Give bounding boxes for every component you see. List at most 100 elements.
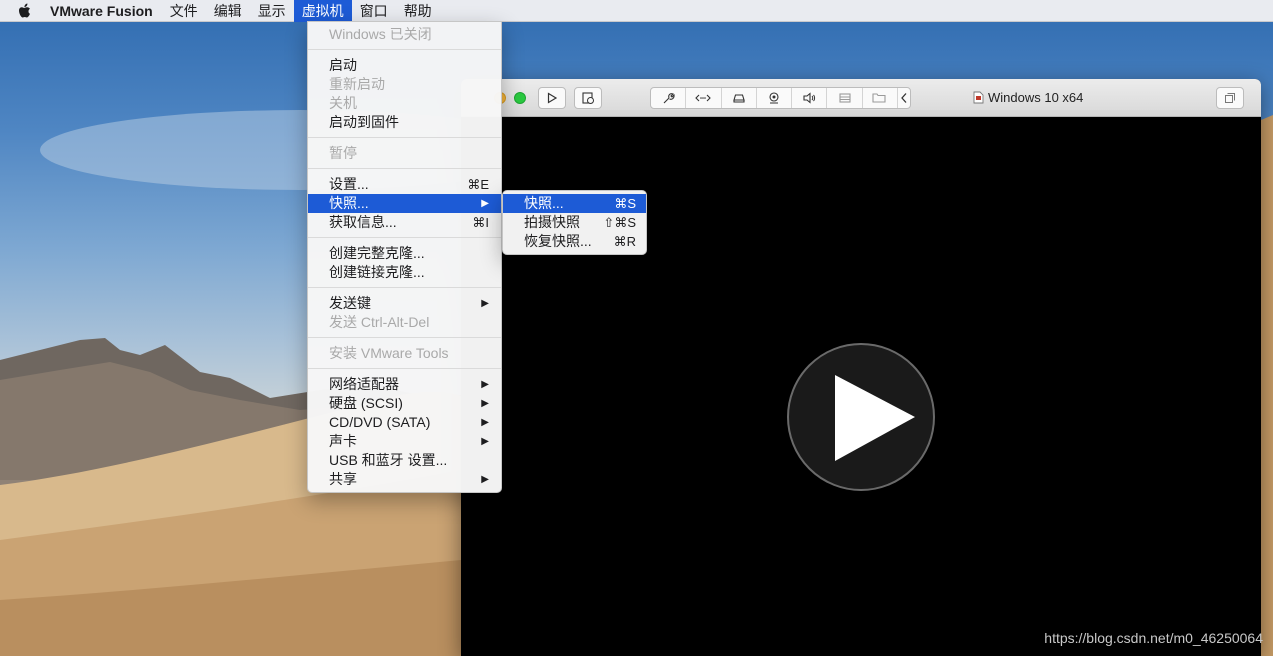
menu-item-send-ctrl-alt-del: 发送 Ctrl-Alt-Del <box>308 313 501 332</box>
snapshot-icon <box>582 92 594 104</box>
submenu-arrow-icon: ▶ <box>481 379 489 390</box>
submenu-item-take-snapshot-shortcut: ⇧⌘S <box>603 215 636 230</box>
submenu-item-restore-snapshot[interactable]: 恢复快照... ⌘R <box>503 232 646 251</box>
menu-item-linked-clone[interactable]: 创建链接克隆... <box>308 263 501 282</box>
fullscreen-icon <box>1225 93 1235 103</box>
menu-item-restart: 重新启动 <box>308 75 501 94</box>
submenu-item-restore-snapshot-shortcut: ⌘R <box>613 234 636 249</box>
vm-document-icon <box>973 91 984 104</box>
fullscreen-button[interactable] <box>1216 87 1244 109</box>
vm-title: Windows 10 x64 <box>973 90 1083 105</box>
menu-item-sound-card[interactable]: 声卡 ▶ <box>308 432 501 451</box>
menu-item-full-clone[interactable]: 创建完整克隆... <box>308 244 501 263</box>
printer-icon <box>838 93 851 103</box>
large-play-icon <box>835 375 915 461</box>
menu-item-send-key-label: 发送键 <box>329 295 371 311</box>
menu-help[interactable]: 帮助 <box>396 0 440 22</box>
menu-item-send-ctrl-alt-del-label: 发送 Ctrl-Alt-Del <box>329 314 430 330</box>
zoom-button[interactable] <box>514 92 526 104</box>
camera-icon <box>769 92 779 104</box>
menu-item-settings[interactable]: 设置... ⌘E <box>308 175 501 194</box>
vm-window: Windows 10 x64 <box>461 79 1261 656</box>
play-icon <box>547 92 558 104</box>
menu-item-pause-label: 暂停 <box>329 145 357 161</box>
menu-edit[interactable]: 编辑 <box>206 0 250 22</box>
watermark: https://blog.csdn.net/m0_46250064 <box>1044 630 1263 646</box>
submenu-item-snapshots-shortcut: ⌘S <box>614 196 636 211</box>
large-play-button[interactable] <box>787 343 935 491</box>
apple-menu[interactable] <box>0 3 50 19</box>
menu-item-network-adapter[interactable]: 网络适配器 ▶ <box>308 375 501 394</box>
sound-button[interactable] <box>792 88 828 108</box>
menu-virtual-machine[interactable]: 虚拟机 <box>293 0 352 22</box>
submenu-item-restore-snapshot-label: 恢复快照... <box>524 233 592 249</box>
menu-item-boot-firmware[interactable]: 启动到固件 <box>308 113 501 132</box>
snapshot-submenu: 快照... ⌘S 拍摄快照 ⇧⌘S 恢复快照... ⌘R <box>502 190 647 255</box>
submenu-item-take-snapshot[interactable]: 拍摄快照 ⇧⌘S <box>503 213 646 232</box>
submenu-arrow-icon: ▶ <box>481 398 489 409</box>
code-icon <box>695 94 712 102</box>
speaker-icon <box>803 92 816 104</box>
menu-item-send-key[interactable]: 发送键 ▶ <box>308 294 501 313</box>
submenu-item-snapshots[interactable]: 快照... ⌘S <box>503 194 646 213</box>
menu-item-usb-bluetooth-label: USB 和蓝牙 设置... <box>329 452 448 468</box>
submenu-arrow-icon: ▶ <box>481 436 489 447</box>
menu-item-sharing[interactable]: 共享 ▶ <box>308 470 501 489</box>
menu-separator <box>308 237 501 238</box>
vm-toolbar: Windows 10 x64 <box>461 79 1261 117</box>
device-toolbar <box>650 87 911 109</box>
menu-item-install-tools: 安装 VMware Tools <box>308 344 501 363</box>
menu-item-get-info-shortcut: ⌘I <box>472 215 489 230</box>
submenu-arrow-icon: ▶ <box>481 474 489 485</box>
menu-item-hard-disk-label: 硬盘 (SCSI) <box>329 395 403 411</box>
menu-item-get-info[interactable]: 获取信息... ⌘I <box>308 213 501 232</box>
menu-item-sound-card-label: 声卡 <box>329 433 357 449</box>
back-chevron-icon <box>901 93 907 103</box>
menu-item-snapshots[interactable]: 快照... ▶ <box>308 194 501 213</box>
menu-item-get-info-label: 获取信息... <box>329 214 397 230</box>
submenu-item-take-snapshot-label: 拍摄快照 <box>524 214 580 230</box>
vm-title-text: Windows 10 x64 <box>988 90 1084 105</box>
menu-file[interactable]: 文件 <box>162 0 206 22</box>
menu-item-start[interactable]: 启动 <box>308 56 501 75</box>
folder-icon <box>872 93 886 103</box>
menu-item-cd-dvd-label: CD/DVD (SATA) <box>329 414 431 430</box>
snapshot-button[interactable] <box>574 87 602 109</box>
submenu-arrow-icon: ▶ <box>481 298 489 309</box>
menu-item-start-label: 启动 <box>329 57 357 73</box>
menu-view[interactable]: 显示 <box>250 0 294 22</box>
settings-button[interactable] <box>651 88 687 108</box>
menu-separator <box>308 137 501 138</box>
menu-separator <box>308 368 501 369</box>
menu-item-hard-disk[interactable]: 硬盘 (SCSI) ▶ <box>308 394 501 413</box>
printer-button[interactable] <box>827 88 863 108</box>
shared-folder-button[interactable] <box>863 88 898 108</box>
menu-separator <box>308 168 501 169</box>
menu-status-windows-off: Windows 已关闭 <box>308 25 501 44</box>
submenu-arrow-icon: ▶ <box>481 198 489 209</box>
menu-separator <box>308 287 501 288</box>
menu-item-shutdown: 关机 <box>308 94 501 113</box>
apple-icon <box>19 3 30 17</box>
app-name-menu[interactable]: VMware Fusion <box>50 3 162 19</box>
menu-item-boot-firmware-label: 启动到固件 <box>329 114 399 130</box>
menu-item-cd-dvd[interactable]: CD/DVD (SATA) ▶ <box>308 413 501 432</box>
menu-item-restart-label: 重新启动 <box>329 76 385 92</box>
hard-disk-button[interactable] <box>722 88 757 108</box>
toolbar-collapse-button[interactable] <box>898 88 910 108</box>
menu-item-usb-bluetooth[interactable]: USB 和蓝牙 设置... <box>308 451 501 470</box>
menu-window[interactable]: 窗口 <box>352 0 396 22</box>
submenu-item-snapshots-label: 快照... <box>524 195 564 211</box>
menu-item-full-clone-label: 创建完整克隆... <box>329 245 425 261</box>
code-button[interactable] <box>686 88 722 108</box>
camera-button[interactable] <box>757 88 793 108</box>
vm-dropdown-menu: Windows 已关闭 启动 重新启动 关机 启动到固件 暂停 设置... ⌘E… <box>307 21 502 493</box>
menu-separator <box>308 49 501 50</box>
menu-status-label: Windows 已关闭 <box>329 26 432 42</box>
menu-item-network-adapter-label: 网络适配器 <box>329 376 399 392</box>
play-button[interactable] <box>538 87 566 109</box>
drive-icon <box>732 94 745 103</box>
submenu-arrow-icon: ▶ <box>481 417 489 428</box>
menu-separator <box>308 337 501 338</box>
menu-item-shutdown-label: 关机 <box>329 95 357 111</box>
